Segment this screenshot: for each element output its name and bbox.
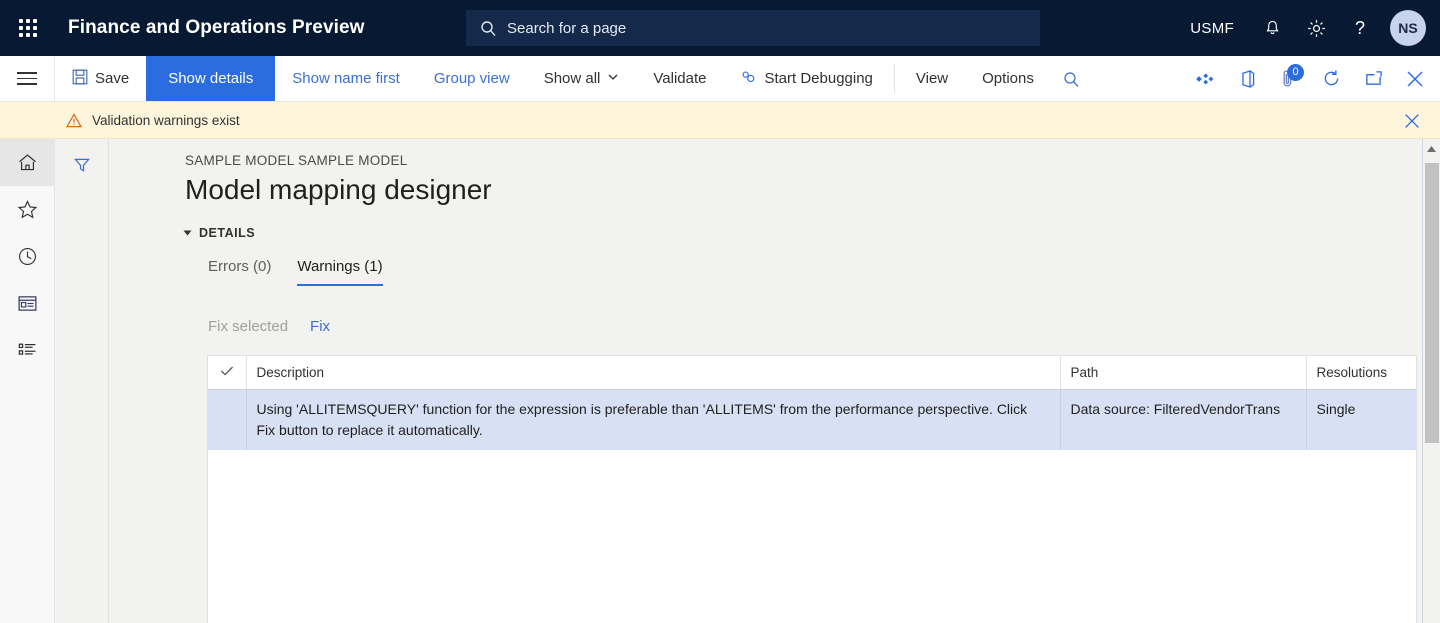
office-icon[interactable] — [1226, 56, 1268, 102]
sidebar-item-recent[interactable] — [0, 233, 54, 280]
fix-button[interactable]: Fix — [310, 318, 330, 335]
top-nav-actions: USMF ? NS — [1174, 0, 1440, 56]
vertical-scrollbar[interactable] — [1422, 139, 1440, 623]
hamburger-icon — [17, 68, 37, 89]
select-all-header[interactable] — [208, 356, 246, 390]
app-title: Finance and Operations Preview — [68, 17, 365, 39]
warning-icon — [66, 113, 82, 128]
cell-resolutions: Single — [1306, 390, 1416, 451]
company-selector[interactable]: USMF — [1174, 20, 1250, 37]
sidebar-item-home[interactable] — [0, 139, 54, 186]
tab-errors[interactable]: Errors (0) — [208, 258, 271, 286]
main-content: SAMPLE MODEL SAMPLE MODEL Model mapping … — [109, 139, 1440, 623]
show-all-label: Show all — [544, 70, 601, 87]
column-header-resolutions[interactable]: Resolutions — [1306, 356, 1416, 390]
top-navigation-bar: Finance and Operations Preview USMF ? NS — [0, 0, 1440, 56]
debug-gears-icon — [740, 69, 757, 89]
sidebar-item-favorites[interactable] — [0, 186, 54, 233]
validation-tabs: Errors (0) Warnings (1) — [208, 258, 1440, 286]
group-view-button[interactable]: Group view — [417, 56, 527, 101]
scroll-up-arrow[interactable] — [1426, 139, 1437, 159]
filter-pane — [55, 139, 109, 623]
chevron-collapse-icon — [184, 231, 192, 236]
vertical-scroll-thumb[interactable] — [1425, 163, 1439, 443]
row-checkbox-cell[interactable] — [208, 390, 246, 451]
toolbar-search-icon[interactable] — [1051, 56, 1093, 102]
sidebar-item-modules[interactable] — [0, 327, 54, 374]
toolbar-divider — [894, 64, 895, 93]
attachments-icon[interactable]: 0 — [1268, 56, 1310, 102]
search-icon — [480, 20, 497, 37]
show-name-first-button[interactable]: Show name first — [275, 56, 417, 101]
page-title: Model mapping designer — [185, 170, 1440, 210]
refresh-icon[interactable] — [1310, 56, 1352, 102]
validate-button[interactable]: Validate — [636, 56, 723, 101]
warnings-grid: Description Path Resolutions Using 'ALLI… — [207, 355, 1417, 623]
svg-text:?: ? — [1355, 18, 1365, 38]
options-menu[interactable]: Options — [965, 56, 1051, 101]
view-menu[interactable]: View — [899, 56, 965, 101]
cell-path: Data source: FilteredVendorTrans — [1060, 390, 1306, 451]
cell-description: Using 'ALLITEMSQUERY' function for the e… — [246, 390, 1060, 451]
app-launcher-button[interactable] — [0, 0, 56, 56]
scroll-track[interactable] — [1423, 159, 1440, 623]
page-body: SAMPLE MODEL SAMPLE MODEL Model mapping … — [0, 139, 1440, 623]
show-all-dropdown[interactable]: Show all — [527, 56, 637, 101]
sidebar-item-workspaces[interactable] — [0, 280, 54, 327]
table-body: Using 'ALLITEMSQUERY' function for the e… — [208, 390, 1416, 451]
navigation-menu-button[interactable] — [0, 56, 55, 101]
breadcrumb: SAMPLE MODEL SAMPLE MODEL — [185, 153, 1440, 168]
show-details-button[interactable]: Show details — [146, 56, 275, 101]
warnings-table: Description Path Resolutions Using 'ALLI… — [208, 356, 1416, 450]
action-pane: Save Show details Show name first Group … — [0, 56, 1440, 102]
attachments-badge: 0 — [1287, 64, 1304, 81]
navigation-rail — [0, 139, 55, 623]
table-row[interactable]: Using 'ALLITEMSQUERY' function for the e… — [208, 390, 1416, 451]
close-icon[interactable] — [1394, 56, 1436, 102]
validation-message-bar: Validation warnings exist — [0, 102, 1440, 139]
popout-icon[interactable] — [1352, 56, 1394, 102]
table-header-row: Description Path Resolutions — [208, 356, 1416, 390]
waffle-icon — [19, 19, 37, 37]
global-search[interactable] — [466, 10, 1040, 46]
save-icon — [72, 69, 88, 89]
chevron-down-icon — [607, 70, 619, 87]
column-header-path[interactable]: Path — [1060, 356, 1306, 390]
message-bar-close-button[interactable] — [1394, 102, 1430, 139]
column-header-description[interactable]: Description — [246, 356, 1060, 390]
validation-message-text: Validation warnings exist — [92, 113, 240, 128]
save-button[interactable]: Save — [55, 56, 146, 101]
toolbar-right-icons: 0 — [1184, 56, 1440, 101]
checkmark-icon — [220, 365, 234, 380]
start-debugging-label: Start Debugging — [764, 70, 872, 87]
details-section-label: DETAILS — [199, 226, 255, 240]
avatar[interactable]: NS — [1390, 10, 1426, 46]
start-debugging-button[interactable]: Start Debugging — [723, 56, 889, 101]
table-header: Description Path Resolutions — [208, 356, 1416, 390]
share-icon[interactable] — [1184, 56, 1226, 102]
bell-icon[interactable] — [1250, 0, 1294, 56]
search-input[interactable] — [507, 20, 987, 37]
details-section-header[interactable]: DETAILS — [185, 226, 1440, 240]
help-icon[interactable]: ? — [1338, 0, 1382, 56]
gear-icon[interactable] — [1294, 0, 1338, 56]
save-label: Save — [95, 70, 129, 87]
fix-selected-button[interactable]: Fix selected — [208, 318, 288, 335]
filter-funnel-icon[interactable] — [67, 151, 97, 179]
tab-warnings[interactable]: Warnings (1) — [297, 258, 382, 286]
grid-toolbar: Fix selected Fix — [208, 318, 1440, 335]
